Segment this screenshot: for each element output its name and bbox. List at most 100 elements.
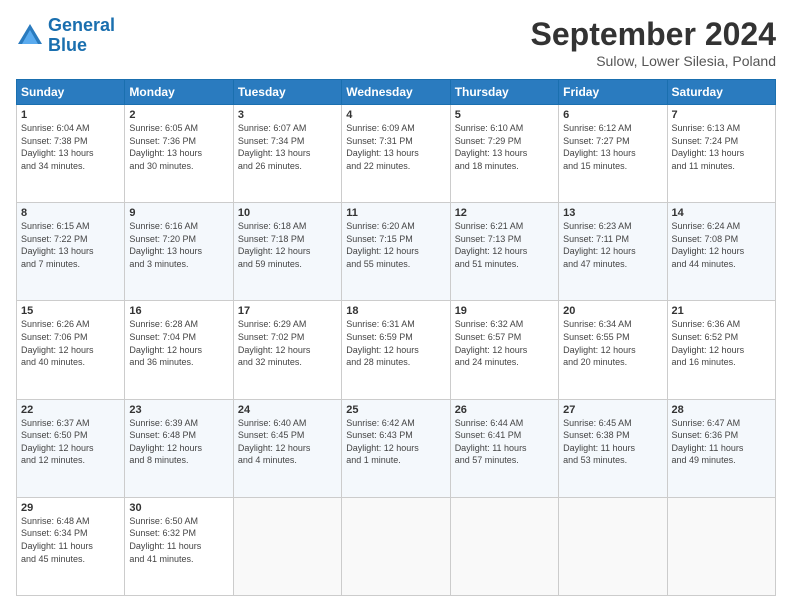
day-of-week-header: Monday [125,80,233,105]
day-number: 2 [129,109,228,121]
calendar-cell: 27Sunrise: 6:45 AM Sunset: 6:38 PM Dayli… [559,399,667,497]
day-of-week-header: Thursday [450,80,558,105]
day-number: 8 [21,207,120,219]
calendar-cell [233,497,341,595]
day-number: 19 [455,305,554,317]
day-info: Sunrise: 6:26 AM Sunset: 7:06 PM Dayligh… [21,318,120,368]
day-info: Sunrise: 6:20 AM Sunset: 7:15 PM Dayligh… [346,220,445,270]
day-number: 22 [21,404,120,416]
day-number: 5 [455,109,554,121]
day-info: Sunrise: 6:37 AM Sunset: 6:50 PM Dayligh… [21,417,120,467]
day-info: Sunrise: 6:09 AM Sunset: 7:31 PM Dayligh… [346,122,445,172]
day-number: 10 [238,207,337,219]
logo-text: General Blue [48,16,115,56]
title-block: September 2024 Sulow, Lower Silesia, Pol… [531,16,776,69]
logo-line1: General [48,15,115,35]
day-info: Sunrise: 6:07 AM Sunset: 7:34 PM Dayligh… [238,122,337,172]
calendar-week-row: 8Sunrise: 6:15 AM Sunset: 7:22 PM Daylig… [17,203,776,301]
day-info: Sunrise: 6:40 AM Sunset: 6:45 PM Dayligh… [238,417,337,467]
calendar-cell: 18Sunrise: 6:31 AM Sunset: 6:59 PM Dayli… [342,301,450,399]
day-info: Sunrise: 6:48 AM Sunset: 6:34 PM Dayligh… [21,515,120,565]
day-number: 12 [455,207,554,219]
logo: General Blue [16,16,115,56]
calendar-cell: 3Sunrise: 6:07 AM Sunset: 7:34 PM Daylig… [233,105,341,203]
calendar-cell: 16Sunrise: 6:28 AM Sunset: 7:04 PM Dayli… [125,301,233,399]
day-info: Sunrise: 6:47 AM Sunset: 6:36 PM Dayligh… [672,417,771,467]
calendar-cell: 8Sunrise: 6:15 AM Sunset: 7:22 PM Daylig… [17,203,125,301]
page: General Blue September 2024 Sulow, Lower… [0,0,792,612]
calendar-cell [667,497,775,595]
calendar-cell: 22Sunrise: 6:37 AM Sunset: 6:50 PM Dayli… [17,399,125,497]
day-number: 24 [238,404,337,416]
calendar-cell: 19Sunrise: 6:32 AM Sunset: 6:57 PM Dayli… [450,301,558,399]
calendar-cell: 1Sunrise: 6:04 AM Sunset: 7:38 PM Daylig… [17,105,125,203]
calendar-cell: 29Sunrise: 6:48 AM Sunset: 6:34 PM Dayli… [17,497,125,595]
calendar-cell [450,497,558,595]
calendar: SundayMondayTuesdayWednesdayThursdayFrid… [16,79,776,596]
day-number: 30 [129,502,228,514]
calendar-cell: 17Sunrise: 6:29 AM Sunset: 7:02 PM Dayli… [233,301,341,399]
calendar-cell: 13Sunrise: 6:23 AM Sunset: 7:11 PM Dayli… [559,203,667,301]
day-number: 4 [346,109,445,121]
day-info: Sunrise: 6:42 AM Sunset: 6:43 PM Dayligh… [346,417,445,467]
day-number: 21 [672,305,771,317]
day-info: Sunrise: 6:18 AM Sunset: 7:18 PM Dayligh… [238,220,337,270]
day-info: Sunrise: 6:04 AM Sunset: 7:38 PM Dayligh… [21,122,120,172]
calendar-cell: 25Sunrise: 6:42 AM Sunset: 6:43 PM Dayli… [342,399,450,497]
day-info: Sunrise: 6:39 AM Sunset: 6:48 PM Dayligh… [129,417,228,467]
day-number: 26 [455,404,554,416]
day-of-week-row: SundayMondayTuesdayWednesdayThursdayFrid… [17,80,776,105]
day-info: Sunrise: 6:50 AM Sunset: 6:32 PM Dayligh… [129,515,228,565]
day-info: Sunrise: 6:21 AM Sunset: 7:13 PM Dayligh… [455,220,554,270]
calendar-cell [342,497,450,595]
day-number: 1 [21,109,120,121]
day-info: Sunrise: 6:44 AM Sunset: 6:41 PM Dayligh… [455,417,554,467]
calendar-cell: 11Sunrise: 6:20 AM Sunset: 7:15 PM Dayli… [342,203,450,301]
calendar-cell: 10Sunrise: 6:18 AM Sunset: 7:18 PM Dayli… [233,203,341,301]
logo-line2: Blue [48,35,87,55]
day-number: 15 [21,305,120,317]
day-of-week-header: Friday [559,80,667,105]
day-info: Sunrise: 6:36 AM Sunset: 6:52 PM Dayligh… [672,318,771,368]
day-info: Sunrise: 6:10 AM Sunset: 7:29 PM Dayligh… [455,122,554,172]
day-info: Sunrise: 6:29 AM Sunset: 7:02 PM Dayligh… [238,318,337,368]
calendar-cell: 30Sunrise: 6:50 AM Sunset: 6:32 PM Dayli… [125,497,233,595]
day-info: Sunrise: 6:12 AM Sunset: 7:27 PM Dayligh… [563,122,662,172]
day-number: 28 [672,404,771,416]
calendar-cell [559,497,667,595]
location-subtitle: Sulow, Lower Silesia, Poland [531,53,776,69]
day-of-week-header: Wednesday [342,80,450,105]
calendar-cell: 12Sunrise: 6:21 AM Sunset: 7:13 PM Dayli… [450,203,558,301]
calendar-cell: 28Sunrise: 6:47 AM Sunset: 6:36 PM Dayli… [667,399,775,497]
calendar-cell: 21Sunrise: 6:36 AM Sunset: 6:52 PM Dayli… [667,301,775,399]
day-info: Sunrise: 6:13 AM Sunset: 7:24 PM Dayligh… [672,122,771,172]
day-number: 27 [563,404,662,416]
calendar-cell: 7Sunrise: 6:13 AM Sunset: 7:24 PM Daylig… [667,105,775,203]
day-of-week-header: Sunday [17,80,125,105]
calendar-cell: 2Sunrise: 6:05 AM Sunset: 7:36 PM Daylig… [125,105,233,203]
calendar-cell: 6Sunrise: 6:12 AM Sunset: 7:27 PM Daylig… [559,105,667,203]
day-number: 9 [129,207,228,219]
day-number: 14 [672,207,771,219]
day-number: 18 [346,305,445,317]
calendar-week-row: 22Sunrise: 6:37 AM Sunset: 6:50 PM Dayli… [17,399,776,497]
logo-icon [16,22,44,50]
calendar-cell: 14Sunrise: 6:24 AM Sunset: 7:08 PM Dayli… [667,203,775,301]
header: General Blue September 2024 Sulow, Lower… [16,16,776,69]
calendar-week-row: 15Sunrise: 6:26 AM Sunset: 7:06 PM Dayli… [17,301,776,399]
calendar-week-row: 1Sunrise: 6:04 AM Sunset: 7:38 PM Daylig… [17,105,776,203]
day-of-week-header: Saturday [667,80,775,105]
day-info: Sunrise: 6:45 AM Sunset: 6:38 PM Dayligh… [563,417,662,467]
calendar-cell: 26Sunrise: 6:44 AM Sunset: 6:41 PM Dayli… [450,399,558,497]
calendar-cell: 23Sunrise: 6:39 AM Sunset: 6:48 PM Dayli… [125,399,233,497]
day-info: Sunrise: 6:16 AM Sunset: 7:20 PM Dayligh… [129,220,228,270]
calendar-cell: 24Sunrise: 6:40 AM Sunset: 6:45 PM Dayli… [233,399,341,497]
day-number: 23 [129,404,228,416]
day-of-week-header: Tuesday [233,80,341,105]
calendar-cell: 20Sunrise: 6:34 AM Sunset: 6:55 PM Dayli… [559,301,667,399]
day-number: 17 [238,305,337,317]
day-info: Sunrise: 6:28 AM Sunset: 7:04 PM Dayligh… [129,318,228,368]
day-number: 29 [21,502,120,514]
day-info: Sunrise: 6:34 AM Sunset: 6:55 PM Dayligh… [563,318,662,368]
day-number: 7 [672,109,771,121]
